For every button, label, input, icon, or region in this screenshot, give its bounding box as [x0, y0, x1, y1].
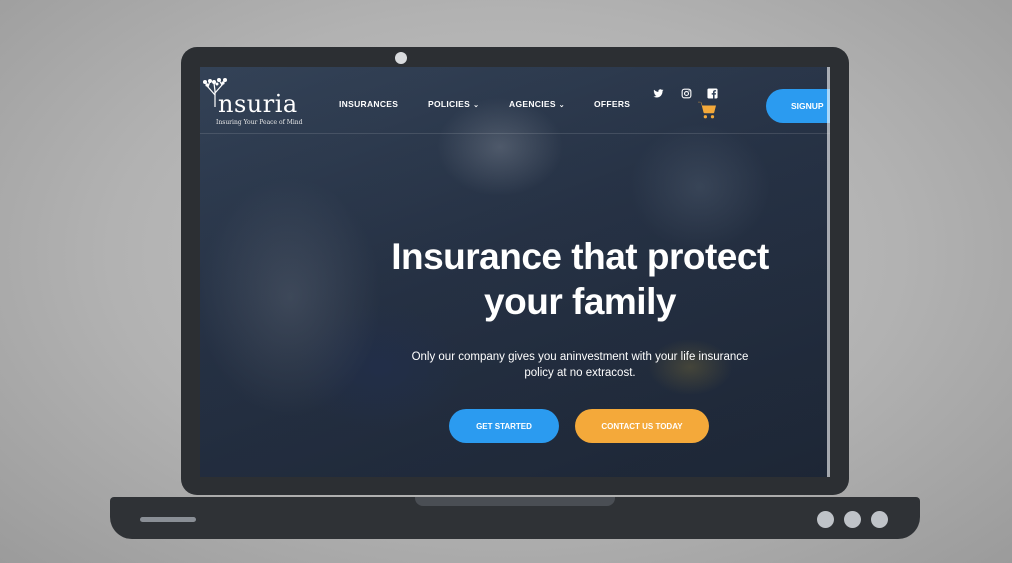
get-started-button[interactable]: GET STARTED: [449, 409, 559, 443]
base-notch: [415, 497, 615, 506]
contact-us-button[interactable]: CONTACT US TODAY: [575, 409, 709, 443]
status-light: [844, 511, 861, 528]
cart-icon[interactable]: [697, 101, 717, 119]
laptop-base: [110, 497, 920, 539]
hero-headline: Insurance that protect your family: [340, 234, 820, 324]
nav-item-policies[interactable]: POLICIES ⌄: [428, 99, 479, 109]
page-scrollbar[interactable]: [827, 67, 830, 477]
nav-item-label: OFFERS: [594, 99, 631, 109]
nav-item-label: INSURANCES: [339, 99, 399, 109]
laptop-screen: nsuria Insuring Your Peace of Mind INSUR…: [200, 67, 830, 477]
hero-headline-line-2: your family: [484, 281, 676, 322]
signup-button[interactable]: SIGNUP: [766, 89, 830, 123]
nav-item-insurances[interactable]: INSURANCES: [339, 99, 398, 109]
hero-headline-line-1: Insurance that protect: [391, 236, 769, 277]
twitter-icon[interactable]: [653, 88, 664, 99]
chevron-down-icon: ⌄: [558, 102, 565, 109]
top-navbar: nsuria Insuring Your Peace of Mind INSUR…: [200, 67, 830, 134]
facebook-icon[interactable]: [707, 88, 718, 99]
brand-logo[interactable]: nsuria Insuring Your Peace of Mind: [202, 75, 312, 130]
brand-tagline: Insuring Your Peace of Mind: [216, 119, 303, 126]
chevron-down-icon: ⌄: [473, 102, 480, 109]
instagram-icon[interactable]: [681, 88, 692, 99]
hero-subtext-line-1: Only our company gives you aninvestment …: [411, 351, 749, 363]
status-light: [817, 511, 834, 528]
hero-subtext-line-2: policy at no extracost.: [524, 367, 636, 379]
hero-subtext: Only our company gives you aninvestment …: [390, 349, 770, 381]
status-light: [871, 511, 888, 528]
base-vent: [140, 517, 196, 522]
nav-item-label: AGENCIES: [509, 99, 556, 109]
nav-item-agencies[interactable]: AGENCIES ⌄: [509, 99, 565, 109]
webcam: [395, 52, 407, 64]
nav-item-offers[interactable]: OFFERS: [594, 99, 630, 109]
brand-name: nsuria: [218, 90, 298, 118]
nav-item-label: POLICIES: [428, 99, 471, 109]
